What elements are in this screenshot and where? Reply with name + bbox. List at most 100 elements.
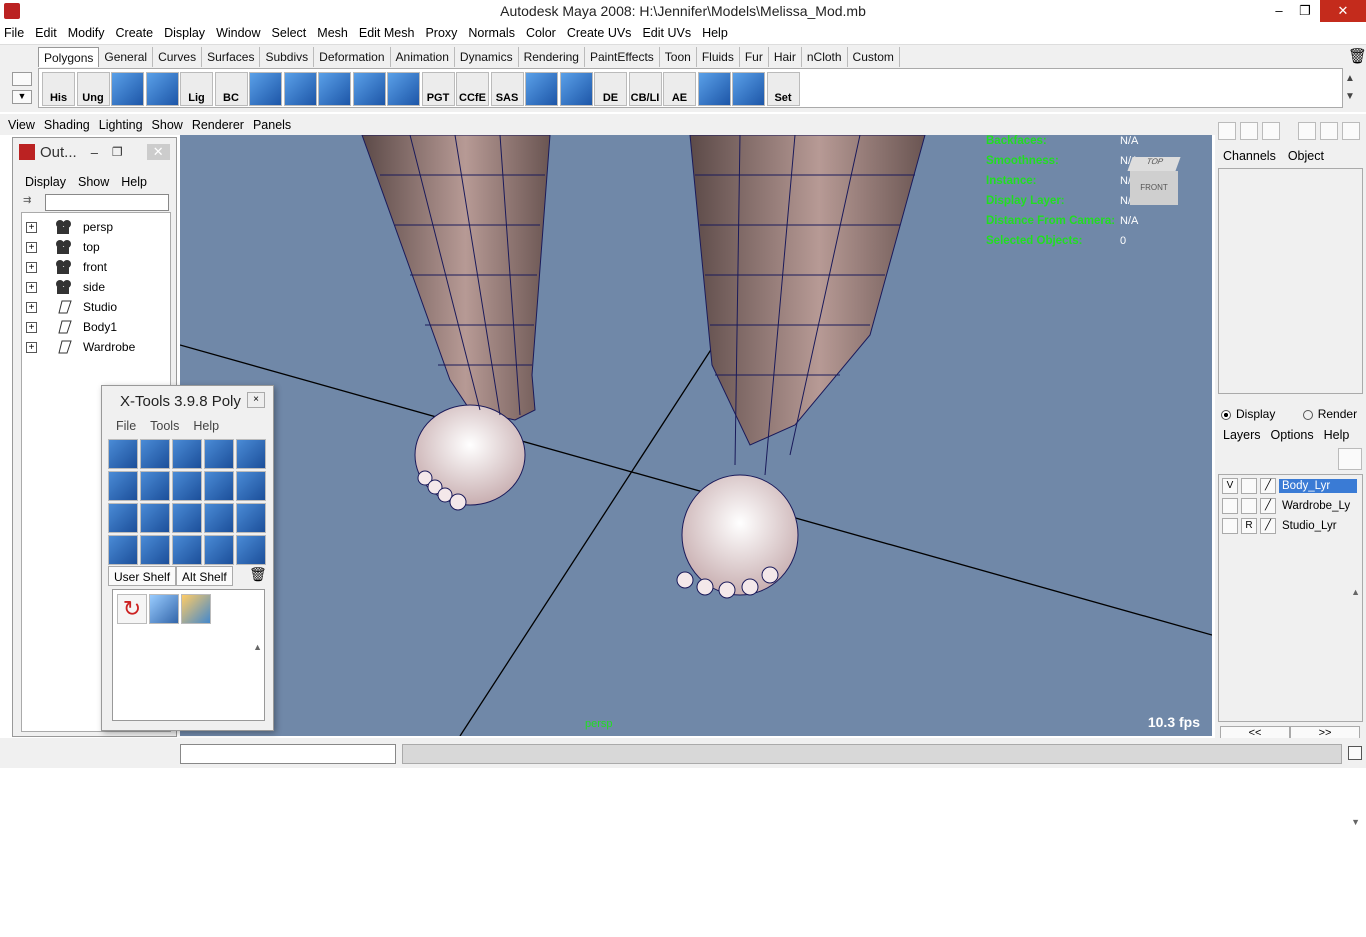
panel-menu-show[interactable]: Show [152,118,183,132]
close-button[interactable]: ✕ [146,144,170,160]
xtools-tool-icon[interactable] [172,439,202,469]
trash-icon[interactable]: 🗑 [249,566,267,583]
outliner-menu-display[interactable]: Display [25,175,66,189]
trash-icon[interactable]: 🗑 [1348,47,1366,65]
tab-toon[interactable]: Toon [660,47,697,67]
layer-scrollbar[interactable]: ▲ ▼ [1351,477,1360,937]
menu-modify[interactable]: Modify [68,26,105,40]
xtools-tool-icon[interactable] [204,535,234,565]
maximize-button[interactable]: ❐ [1290,0,1320,22]
shelf-button-sas[interactable]: SAS [490,72,524,106]
layer-color-icon[interactable]: ╱ [1260,478,1276,494]
tab-animation[interactable]: Animation [391,47,455,67]
xtools-tool-icon[interactable] [108,535,138,565]
xtools-tool-icon[interactable] [236,535,266,565]
shelf-button-icon-20[interactable] [732,72,765,106]
xtools-close-button[interactable]: × [247,392,265,408]
panel-menu-renderer[interactable]: Renderer [192,118,244,132]
shelf-scrollbar[interactable]: ▲▼ [253,592,262,812]
expand-icon[interactable]: + [26,261,37,273]
menu-edit-uvs[interactable]: Edit UVs [642,26,691,40]
minimize-button[interactable]: – [91,145,98,160]
layer-color-icon[interactable]: ╱ [1260,498,1276,514]
xtools-menu-file[interactable]: File [116,419,136,433]
channel-box-icon[interactable] [1218,122,1236,140]
tab-hair[interactable]: Hair [769,47,802,67]
layer-row[interactable]: V ╱ Body_Lyr [1222,477,1357,495]
expand-icon[interactable]: + [26,341,37,353]
shelf-button-ccfe[interactable]: CCfE [456,72,489,106]
tab-dynamics[interactable]: Dynamics [455,47,519,67]
shelf-button-ae[interactable]: AE [663,72,696,106]
layer-row[interactable]: R ╱ Studio_Lyr [1222,517,1357,535]
outliner-menu-show[interactable]: Show [78,175,109,189]
menu-display[interactable]: Display [164,26,205,40]
outliner-search-input[interactable] [45,194,169,211]
shelf-button-set[interactable]: Set [766,72,800,106]
tool-settings-icon[interactable] [1262,122,1280,140]
xtools-tool-icon[interactable] [236,439,266,469]
layers-menu-options[interactable]: Options [1271,428,1314,442]
channels-menu-channels[interactable]: Channels [1223,149,1276,163]
xtools-tool-icon[interactable] [204,503,234,533]
xtools-tab-user-shelf[interactable]: User Shelf [108,566,177,586]
shelf-button-his[interactable]: His [42,72,75,106]
layers-menu-help[interactable]: Help [1324,428,1350,442]
shelf-button-pgt[interactable]: PGT [421,72,455,106]
shelf-button-de[interactable]: DE [594,72,627,106]
xtools-tool-icon[interactable] [236,471,266,501]
menu-file[interactable]: File [4,26,24,40]
menu-proxy[interactable]: Proxy [425,26,457,40]
redo-icon[interactable]: ↻ [117,594,147,624]
channels-menu-object[interactable]: Object [1288,149,1324,163]
panel-menu-view[interactable]: View [8,118,35,132]
shelf-button-icon-8[interactable] [318,72,351,106]
mel-command-input[interactable] [180,744,396,764]
layer-visibility-toggle[interactable]: V [1222,478,1238,494]
xtools-tool-icon[interactable] [108,503,138,533]
list-item[interactable]: + front [22,257,107,277]
menu-create[interactable]: Create [116,26,154,40]
layer-playback-toggle[interactable] [1241,498,1257,514]
menu-edit-mesh[interactable]: Edit Mesh [359,26,415,40]
shelf-scroll[interactable]: ▲ ▼ [1345,70,1355,106]
layer-color-icon[interactable]: ╱ [1260,518,1276,534]
shelf-button-lig[interactable]: Lig [180,72,213,106]
xtools-tool-icon[interactable] [172,471,202,501]
shelf-button-ung[interactable]: Ung [76,72,110,106]
shelf-button-icon-3[interactable] [145,72,179,106]
outliner-titlebar[interactable]: Out... – ❐ ✕ [13,138,176,166]
tab-general[interactable]: General [99,47,154,67]
render-sphere-icon[interactable] [1320,122,1338,140]
layers-menu-layers[interactable]: Layers [1223,428,1261,442]
xtools-tool-icon[interactable] [140,503,170,533]
script-editor-icon[interactable] [1348,746,1362,760]
list-item[interactable]: + Studio [22,297,117,317]
shelf-button-icon-19[interactable] [697,72,731,106]
manipulator-icon[interactable] [1298,122,1316,140]
poly-cone-icon[interactable] [149,594,179,624]
list-item[interactable]: + Wardrobe [22,337,135,357]
tab-surfaces[interactable]: Surfaces [202,47,261,67]
expand-icon[interactable]: + [26,281,37,293]
xtools-tool-icon[interactable] [108,471,138,501]
panel-menu-shading[interactable]: Shading [44,118,90,132]
layer-visibility-toggle[interactable] [1222,498,1238,514]
xtools-tab-alt-shelf[interactable]: Alt Shelf [176,566,233,586]
tab-ncloth[interactable]: nCloth [802,47,848,67]
menu-select[interactable]: Select [272,26,307,40]
layer-playback-toggle[interactable] [1241,478,1257,494]
tab-deformation[interactable]: Deformation [314,47,391,67]
expand-icon[interactable]: + [26,321,37,333]
xtools-tool-icon[interactable] [204,471,234,501]
tab-rendering[interactable]: Rendering [519,47,585,67]
tab-polygons[interactable]: Polygons [38,47,100,67]
uv-layout-icon[interactable] [181,594,211,624]
chevron-down-icon[interactable]: ▼ [12,90,32,104]
shelf-button-icon-15[interactable] [559,72,593,106]
tab-fluids[interactable]: Fluids [697,47,740,67]
xtools-tool-icon[interactable] [140,471,170,501]
panel-menu-lighting[interactable]: Lighting [99,118,143,132]
viewcube[interactable]: TOP FRONT [1127,157,1184,217]
expand-icon[interactable]: + [26,241,37,253]
